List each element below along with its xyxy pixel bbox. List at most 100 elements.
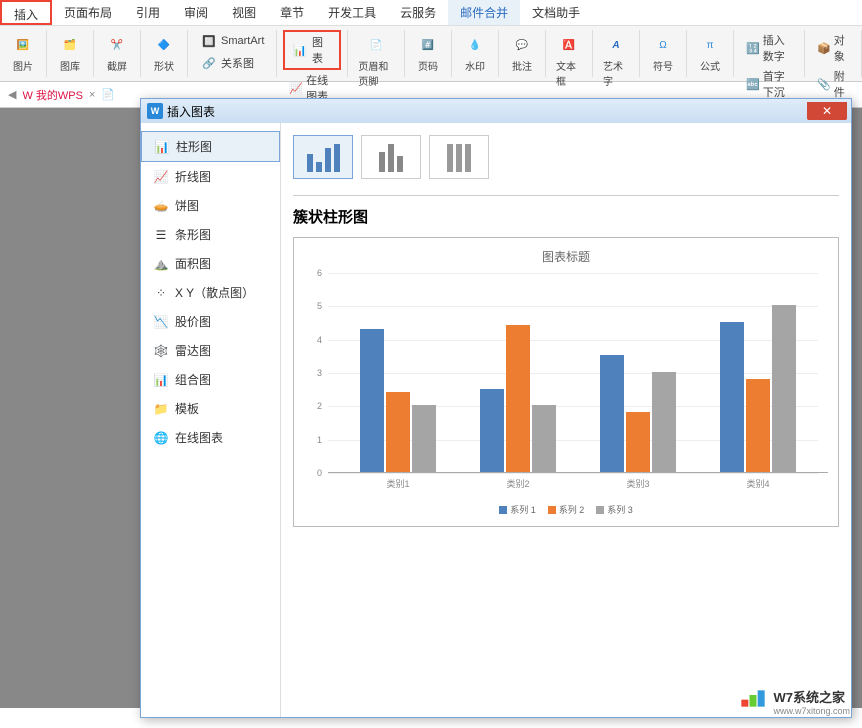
ribbon-page-number[interactable]: #️⃣ 页码	[411, 30, 445, 75]
textbox-icon: 🅰️	[556, 32, 582, 58]
ribbon-insert-number[interactable]: 🔢 插入数字	[740, 30, 798, 66]
x-label: 类别2	[506, 477, 529, 490]
sidebar-item-template[interactable]: 📁 模板	[141, 394, 280, 423]
scatter-chart-icon: ⁘	[153, 285, 169, 301]
sidebar-item-label: 雷达图	[175, 342, 211, 359]
chart-icon: 📊	[291, 41, 309, 59]
ribbon-relation[interactable]: 🔗 关系图	[194, 52, 270, 74]
ribbon-picture[interactable]: 🖼️ 图片	[6, 30, 40, 75]
ribbon-header-footer-label: 页眉和页脚	[358, 58, 394, 88]
area-chart-icon: ⛰️	[153, 256, 169, 272]
menu-bar: 插入 页面布局 引用 审阅 视图 章节 开发工具 云服务 邮件合并 文档助手	[0, 0, 862, 26]
chart-variants-row	[293, 135, 839, 179]
ribbon-wordart[interactable]: A 艺术字	[599, 30, 633, 90]
menu-view[interactable]: 视图	[220, 0, 268, 25]
picture-icon: 🖼️	[10, 32, 36, 58]
bar	[720, 322, 744, 472]
ribbon-smartart[interactable]: 🔲 SmartArt	[194, 30, 270, 52]
ribbon-wordart-label: 艺术字	[603, 58, 629, 88]
ribbon-object[interactable]: 📦 对象	[811, 30, 855, 66]
ribbon-screenshot[interactable]: ✂️ 截屏	[100, 30, 134, 75]
ribbon-equation-label: 公式	[700, 58, 720, 73]
tab-close-button[interactable]: ×	[89, 89, 95, 101]
x-label: 类别3	[626, 477, 649, 490]
chart-title: 图表标题	[304, 248, 828, 265]
ribbon-relation-label: 关系图	[221, 55, 254, 71]
menu-reference[interactable]: 引用	[124, 0, 172, 25]
watermark-url: www.w7xitong.com	[773, 706, 850, 716]
ribbon-equation[interactable]: π 公式	[693, 30, 727, 75]
sidebar-item-label: 柱形图	[176, 138, 212, 155]
watermark: W7系统之家 www.w7xitong.com	[739, 687, 850, 716]
ribbon-textbox[interactable]: 🅰️ 文本框	[552, 30, 586, 90]
sidebar-item-label: 面积图	[175, 255, 211, 272]
bar	[532, 405, 556, 472]
legend-item: 系列 1	[499, 503, 536, 516]
sidebar-item-scatter[interactable]: ⁘ X Y（散点图）	[141, 278, 280, 307]
bar-chart-icon: ☰	[153, 227, 169, 243]
sidebar-item-radar[interactable]: 🕸️ 雷达图	[141, 336, 280, 365]
menu-cloud[interactable]: 云服务	[388, 0, 448, 25]
ribbon-attachment[interactable]: 📎 附件	[811, 66, 855, 102]
watermark-logo-icon	[739, 688, 767, 716]
tab-back-icon[interactable]: ◀	[8, 88, 16, 101]
ribbon-symbol[interactable]: Ω 符号	[646, 30, 680, 75]
ribbon-comment[interactable]: 💬 批注	[505, 30, 539, 75]
chart-preview[interactable]: 图表标题 0123456 类别1类别2类别3类别4 系列 1系列 2系列 3	[293, 237, 839, 527]
bar-group	[360, 329, 436, 472]
bar	[412, 405, 436, 472]
variant-clustered[interactable]	[293, 135, 353, 179]
sidebar-item-bar[interactable]: ☰ 条形图	[141, 220, 280, 249]
menu-review[interactable]: 审阅	[172, 0, 220, 25]
sidebar-item-stock[interactable]: 📉 股价图	[141, 307, 280, 336]
line-chart-icon: 📈	[153, 169, 169, 185]
sidebar-item-combo[interactable]: 📊 组合图	[141, 365, 280, 394]
ribbon-textbox-label: 文本框	[556, 58, 582, 88]
menu-devtools[interactable]: 开发工具	[316, 0, 388, 25]
combo-chart-icon: 📊	[153, 372, 169, 388]
ribbon-shapes[interactable]: 🔷 形状	[147, 30, 181, 75]
dialog-title: 插入图表	[167, 103, 215, 120]
y-tick: 5	[317, 301, 322, 311]
legend-item: 系列 2	[548, 503, 585, 516]
ribbon-comment-label: 批注	[512, 58, 532, 73]
y-tick: 6	[317, 268, 322, 278]
insert-chart-dialog: W 插入图表 ✕ 📊 柱形图 📈 折线图 🥧 饼图 ☰ 条形图	[140, 98, 852, 718]
sidebar-item-column[interactable]: 📊 柱形图	[141, 131, 280, 162]
ribbon-watermark[interactable]: 💧 水印	[458, 30, 492, 75]
radar-chart-icon: 🕸️	[153, 343, 169, 359]
tab-mywps[interactable]: W 我的WPS	[22, 87, 83, 103]
menu-mailmerge[interactable]: 邮件合并	[448, 0, 520, 25]
menu-insert[interactable]: 插入	[0, 0, 52, 25]
variant-stacked[interactable]	[361, 135, 421, 179]
sidebar-item-label: 股价图	[175, 313, 211, 330]
variant-stacked100[interactable]	[429, 135, 489, 179]
bar	[386, 392, 410, 472]
menu-dochelper[interactable]: 文档助手	[520, 0, 592, 25]
ribbon-header-footer[interactable]: 📄 页眉和页脚	[354, 30, 398, 90]
ribbon-chart[interactable]: 📊 图表	[283, 30, 341, 70]
sidebar-item-area[interactable]: ⛰️ 面积图	[141, 249, 280, 278]
sidebar-item-pie[interactable]: 🥧 饼图	[141, 191, 280, 220]
online-chart-icon: 📈	[289, 79, 303, 97]
dialog-titlebar[interactable]: W 插入图表 ✕	[141, 99, 851, 123]
ribbon-dropcap[interactable]: 🔤 首字下沉	[740, 66, 798, 102]
header-footer-icon: 📄	[363, 32, 389, 58]
sidebar-item-line[interactable]: 📈 折线图	[141, 162, 280, 191]
menu-section[interactable]: 章节	[268, 0, 316, 25]
ribbon-gallery[interactable]: 🗂️ 图库	[53, 30, 87, 75]
ribbon-shapes-label: 形状	[154, 58, 174, 73]
watermark-icon: 💧	[462, 32, 488, 58]
bar	[506, 325, 530, 472]
chart-plot-area: 0123456 类别1类别2类别3类别4	[304, 273, 828, 493]
sidebar-item-label: 条形图	[175, 226, 211, 243]
bar-group	[600, 355, 676, 472]
dialog-close-button[interactable]: ✕	[807, 102, 847, 120]
y-tick: 3	[317, 368, 322, 378]
dropcap-icon: 🔤	[746, 75, 760, 93]
sidebar-item-online[interactable]: 🌐 在线图表	[141, 423, 280, 452]
menu-layout[interactable]: 页面布局	[52, 0, 124, 25]
ribbon-symbol-label: 符号	[653, 58, 673, 73]
tab-doc-icon[interactable]: 📄	[101, 88, 115, 101]
comment-icon: 💬	[509, 32, 535, 58]
